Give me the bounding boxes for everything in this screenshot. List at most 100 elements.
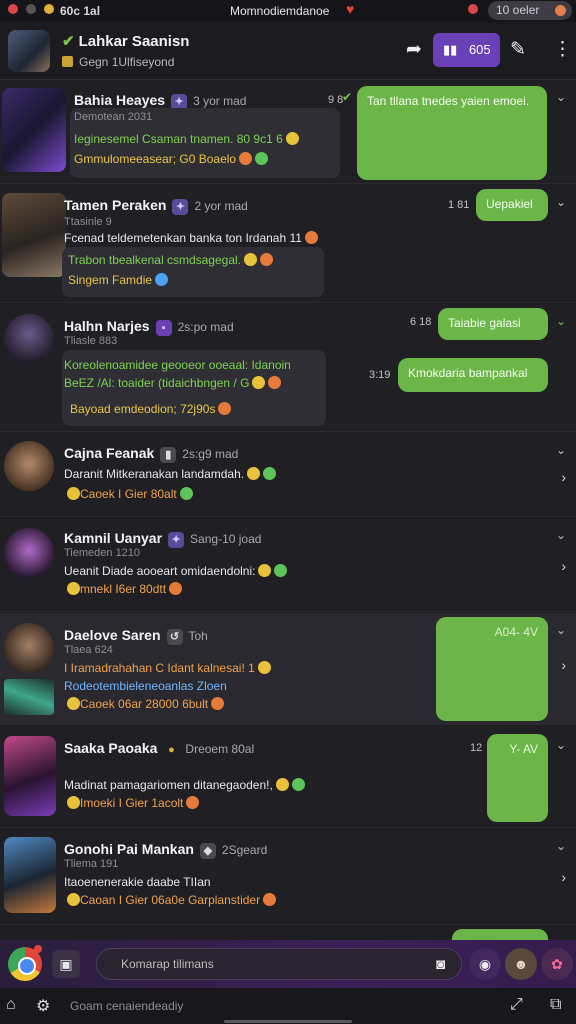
more-vertical-icon[interactable]: ⋮ [553, 38, 572, 61]
chevron-right-icon[interactable]: › [561, 469, 566, 485]
alert-dot-icon [468, 4, 478, 14]
message-line: Ueanit Diade aooeart omidaendolni: [64, 564, 288, 578]
chat-meta: 2s:g9 mad [182, 447, 239, 461]
emoji-icon [169, 582, 183, 595]
emoji-icon [268, 376, 282, 389]
network-icon[interactable]: ⚙ [36, 996, 50, 1016]
home-indicator [224, 1020, 352, 1023]
emoji-icon [67, 487, 80, 500]
message-text: Caoek 06ar 28000 6bult [80, 697, 209, 711]
chat-name-text: Halhn Narjes [64, 318, 150, 334]
message-line: Ieginesemel Csaman tnamen. 80 9c1 6 [74, 132, 299, 146]
message-text: Fcenad teldemetenkan banka ton Irdanah 1… [64, 231, 302, 245]
chat-meta: 2Sgeard [221, 843, 268, 857]
chat-name-text: Saaka Paoaka [64, 740, 158, 756]
chevron-down-icon[interactable]: ⌄ [556, 443, 566, 457]
message-line: I Iramadrahahan C Idant kalnesai! 1 [64, 661, 271, 675]
mute-badge-icon: ↺ [166, 629, 183, 645]
chevron-down-icon[interactable]: ⌄ [556, 195, 566, 209]
avatar [4, 314, 54, 364]
message-text: I Iramadrahahan C Idant kalnesai! 1 [64, 661, 255, 675]
chat-sub: Tiemeden 1210 [64, 547, 141, 559]
reaction-button[interactable]: ✿ [541, 948, 573, 980]
outgoing-bubble[interactable]: Y- AV [487, 734, 548, 822]
chevron-down-icon[interactable]: ⌄ [556, 623, 566, 637]
home-icon[interactable]: ⌂ [6, 996, 16, 1014]
outgoing-bubble[interactable]: Kmokdaria bampankal [398, 358, 548, 392]
chat-row[interactable]: Kamnil Uanyar ✦ Sang-10 joad Tiemeden 1210… [0, 518, 576, 612]
emoji-icon [291, 778, 305, 791]
chat-meta: Toh [188, 629, 208, 643]
outgoing-bubble[interactable]: A04- 4V [436, 617, 548, 721]
chevron-down-icon[interactable]: ⌄ [556, 90, 566, 104]
chevron-right-icon[interactable]: › [561, 558, 566, 574]
chat-name: Halhn Narjes ▪ 2s:po mad [64, 318, 234, 336]
chat-row[interactable]: Gonohi Pai Mankan ◆ 2Sgeard Tliema 191 Ita… [0, 829, 576, 941]
verified-check-icon: ✔ [62, 33, 75, 50]
chevron-down-icon[interactable]: ⌄ [556, 314, 566, 328]
avatar [4, 623, 54, 673]
chat-name: Tamen Peraken ✦ 2 yor mad [64, 197, 248, 215]
message-text: Ieginesemel Csaman tnamen. 80 9c1 6 [74, 132, 283, 146]
outgoing-bubble[interactable]: Taiabie galasi [438, 308, 548, 340]
header-title[interactable]: ✔ Lahkar Saanisn [62, 32, 189, 50]
share-arrow-icon[interactable]: ➦ [406, 38, 422, 61]
group-badge-icon: ✦ [172, 199, 189, 215]
message-time: 3:19 [369, 369, 391, 381]
chat-row[interactable]: Halhn Narjes ▪ 2s:po mad Tliasle 883 Koreo… [0, 304, 576, 432]
emoji-icon [263, 467, 277, 480]
chat-name: Gonohi Pai Mankan ◆ 2Sgeard [64, 841, 267, 859]
chat-row[interactable]: Daelove Saren ↺ Toh Tlaea 624 I Iramadraha… [0, 613, 576, 725]
attach-button[interactable]: ▣ [52, 950, 80, 978]
chat-sub: Tliasle 883 [64, 335, 118, 347]
camera-button[interactable]: ◉ [469, 948, 501, 980]
chat-sub: Tlaea 624 [64, 644, 113, 656]
read-check-icon: ✔ [342, 90, 353, 104]
chat-name-text: Daelove Saren [64, 627, 161, 643]
gift-badge-icon: ◆ [199, 843, 216, 859]
message-line: mnekl I6er 80dtt [64, 582, 183, 596]
message-time: 6 18 [410, 316, 432, 328]
outgoing-bubble[interactable]: Tan tllana tnedes yaien emoei. [357, 86, 547, 180]
bottom-navigation: ⌂ ⚙ Goam cenaiendeadiy ⤢ ⧉ [0, 988, 576, 1024]
search-field[interactable]: Goam cenaiendeadiy [60, 994, 440, 1018]
chat-row[interactable]: Saaka Paoaka ● Dreoem 80al Madinat pamagar… [0, 726, 576, 828]
profile-avatar-button[interactable]: ☻ [505, 948, 537, 980]
media-thumbnail[interactable] [4, 679, 54, 715]
status-pill-text: 10 oeler [496, 3, 540, 17]
status-bar: 60c 1al Momnodiemdanoe ♥ 10 oeler [0, 0, 576, 22]
expand-icon[interactable]: ⤢ [510, 996, 523, 1014]
chat-row[interactable]: Bahia Heayes ✦ 3 yor mad Demotean 2031 Ieg… [0, 80, 576, 184]
message-line: Bayoad emdeodion; 72j90s [70, 402, 232, 416]
chevron-down-icon[interactable]: ⌄ [556, 738, 566, 752]
emoji-icon [247, 467, 261, 480]
header-action-pill[interactable]: ▮▮ 605 [433, 33, 500, 67]
message-input[interactable]: Komarap tilimans [96, 948, 462, 980]
message-line: Imoeki I Gier 1acolt [64, 796, 200, 810]
tools-icon[interactable]: ✎ [510, 38, 526, 61]
chevron-down-icon[interactable]: ⌄ [556, 839, 566, 853]
heart-pin-icon: ♥ [346, 1, 355, 17]
message-time: 9 8 [328, 94, 344, 106]
emoji-icon [285, 132, 299, 145]
status-circle-icon [26, 4, 36, 14]
message-line: Rodeotembieleneoanlas Zloen [64, 679, 227, 693]
chat-row[interactable]: Cajna Feanak ▮ 2s:g9 mad Daranit Mitkerana… [0, 433, 576, 517]
header-avatar[interactable] [8, 30, 50, 72]
message-time: 1 81 [448, 199, 470, 211]
message-line: Gmmulomeeasear; G0 Boaelo [74, 152, 269, 166]
emoji-icon [179, 487, 193, 500]
chevron-right-icon[interactable]: › [561, 657, 566, 673]
avatar [2, 88, 66, 172]
emoji-icon [67, 796, 80, 809]
header-title-text: Lahkar Saanisn [78, 33, 190, 50]
status-center-text: Momnodiemdanoe [230, 4, 330, 18]
chevron-down-icon[interactable]: ⌄ [556, 528, 566, 542]
screenshot-icon[interactable]: ⧉ [550, 996, 561, 1014]
chat-row[interactable]: Tamen Peraken ✦ 2 yor mad Ttasinle 9 Fcena… [0, 185, 576, 303]
outgoing-bubble[interactable]: Uepakiel [476, 189, 548, 221]
chevron-right-icon[interactable]: › [561, 869, 566, 885]
sticker-icon[interactable]: ◙ [436, 956, 445, 973]
emoji-icon [275, 778, 289, 791]
emoji-icon [186, 796, 200, 809]
